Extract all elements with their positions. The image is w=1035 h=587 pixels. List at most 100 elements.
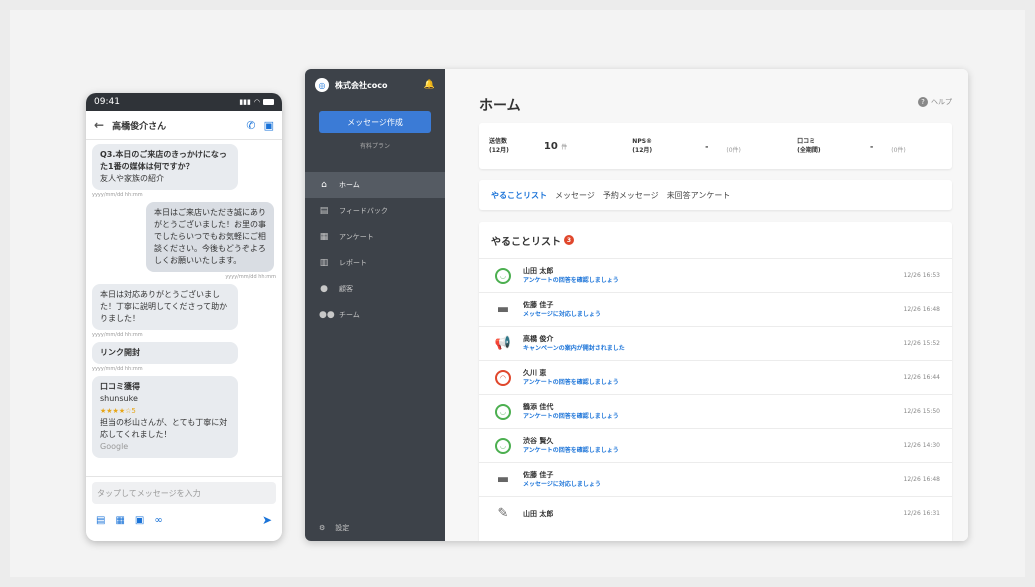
row-glyph: ✎ (497, 506, 509, 521)
nav-icon: ▤ (319, 206, 329, 216)
page-title: ホーム (479, 98, 521, 114)
review-user: shunsuke (100, 394, 138, 403)
row-timestamp: 12/26 16:48 (903, 306, 941, 313)
sidebar-item-4[interactable]: ● 顧客 (305, 276, 445, 302)
smile-face-icon: ◡ (493, 266, 513, 286)
tab-0[interactable]: やることリスト (491, 190, 547, 201)
stat-count-nps: (0件) (726, 146, 741, 154)
smile-face-icon: ◡ (493, 402, 513, 422)
sidebar-item-0[interactable]: ⌂ ホーム (305, 172, 445, 198)
web-app-window: ◎ 株式会社coco 🔔 メッセージ作成 有料プラン ⌂ ホーム ▤ フィードバック ▦… (305, 69, 968, 541)
review-bubble: 口コミ獲得 shunsuke ★★★★☆5 担当の杉山さんが、とても丁寧に対応し… (92, 376, 238, 458)
phone-mockup: 09:41 ▮▮▮ ◠ ← 高橋俊介さん ✆ ▣ Q3.本日のご来店のきっかけに… (86, 93, 282, 541)
stat-value-nps: - (705, 141, 709, 151)
sidebar-nav: ⌂ ホーム ▤ フィードバック ▦ アンケート ▥ レポート ● 顧客 ●● チーム (305, 172, 445, 328)
settings-item[interactable]: ⚙ 設定 (319, 523, 349, 533)
megaphone-icon: 📢 (493, 334, 513, 354)
stat-label-nps: NPS® (12月) (622, 137, 687, 155)
todo-title: やることリスト 3 (479, 222, 952, 258)
sidebar-item-5[interactable]: ●● チーム (305, 302, 445, 328)
todo-row[interactable]: ✎ 山田 太郎 12/26 16:31 (479, 496, 952, 530)
send-icon[interactable]: ➤ (262, 513, 272, 527)
todo-row[interactable]: 📢 高橋 俊介 キャンペーンの案内が開封されました 12/26 15:52 (479, 326, 952, 360)
company-name: 株式会社coco (335, 80, 388, 90)
row-name: 久川 恵 (523, 368, 547, 377)
stat-count-reviews: (0件) (891, 146, 906, 154)
todo-row[interactable]: ◡ 渋谷 賢久 アンケートの回答を確認しましょう 12/26 14:30 (479, 428, 952, 462)
help-link[interactable]: ? ヘルプ (918, 97, 952, 107)
row-message: アンケートの回答を確認しましょう (523, 276, 619, 284)
row-message: アンケートの回答を確認しましょう (523, 412, 619, 420)
sidebar-item-3[interactable]: ▥ レポート (305, 250, 445, 276)
document-icon[interactable]: ▣ (264, 119, 274, 132)
compose-message-button[interactable]: メッセージ作成 (319, 111, 431, 133)
nav-icon: ●● (319, 310, 335, 320)
message-bubble: 本日はご来店いただき誠にありがとうございました！お里の事でしたらいつでもお気軽に… (146, 202, 274, 272)
phone-call-icon[interactable]: ✆ (246, 119, 255, 132)
message-timestamp: yyyy/mm/dd hh:mm (225, 274, 276, 280)
todo-row[interactable]: ▬ 佐藤 佳子 メッセージに対応しましょう 12/26 16:48 (479, 462, 952, 496)
todo-list-card: やることリスト 3 ◡ 山田 太郎 アンケートの回答を確認しましょう 12/26 16… (479, 222, 952, 541)
tab-3[interactable]: 未回答アンケート (667, 190, 731, 201)
message-bubble: Q3.本日のご来店のきっかけになった1番の媒体は何ですか？ 友人や家族の紹介 (92, 144, 238, 190)
review-source: Google (100, 442, 129, 451)
clipboard-icon[interactable]: ▣ (135, 515, 144, 526)
chat-header: ← 高橋俊介さん ✆ ▣ (86, 111, 282, 140)
nav-icon: ▦ (319, 232, 329, 242)
tab-2[interactable]: 予約メッセージ (603, 190, 659, 201)
todo-row[interactable]: ◠ 久川 恵アンケートの回答を確認しましょう 12/26 16:44 (479, 360, 952, 394)
message-timestamp: yyyy/mm/dd hh:mm (92, 366, 143, 372)
face-glyph: ◡ (495, 267, 511, 284)
composer-tools: ▤ ▦ ▣ ∞ ➤ (86, 509, 282, 531)
template-icon[interactable]: ▤ (96, 515, 105, 526)
todo-title-text: やることリスト (491, 236, 561, 248)
todo-row[interactable]: ◡ 山田 太郎 アンケートの回答を確認しましょう 12/26 16:53 (479, 258, 952, 292)
status-icons: ▮▮▮ ◠ (239, 98, 274, 106)
row-timestamp: 12/26 16:31 (903, 510, 941, 517)
row-name: 渋谷 賢久 (523, 436, 554, 445)
plan-label: 有料プラン (359, 143, 390, 150)
row-name: 鶴添 佳代 (523, 402, 554, 411)
message-input[interactable]: タップしてメッセージを入力 (92, 482, 276, 504)
stats-card: 送信数 (12月) 10 件 NPS® (12月) - (0件) 口コミ (全期… (479, 123, 952, 169)
stat-label-line: (12月) (489, 147, 509, 154)
message-bubble: 本日は対応ありがとうございました！丁寧に説明してくださって助かりました！ (92, 284, 238, 330)
bell-icon[interactable]: 🔔 (424, 80, 435, 90)
todo-row[interactable]: ◡ 鶴添 佳代 アンケートの回答を確認しましょう 12/26 15:50 (479, 394, 952, 428)
sidebar-item-2[interactable]: ▦ アンケート (305, 224, 445, 250)
link-icon[interactable]: ∞ (154, 515, 162, 526)
face-glyph: ◠ (495, 369, 511, 386)
row-text: 山田 太郎 (523, 509, 553, 519)
help-label: ヘルプ (931, 98, 952, 106)
chat-body[interactable]: Q3.本日のご来店のきっかけになった1番の媒体は何ですか？ 友人や家族の紹介 y… (86, 140, 282, 477)
row-timestamp: 12/26 15:50 (903, 408, 941, 415)
row-timestamp: 12/26 16:44 (903, 374, 941, 381)
stat-label-line: (12月) (632, 147, 653, 154)
row-name: 高橋 俊介 (523, 334, 554, 343)
image-icon[interactable]: ▦ (115, 515, 124, 526)
stat-label-reviews: 口コミ (全期間) (787, 137, 852, 155)
message-title: Q3.本日のご来店のきっかけになった1番の媒体は何ですか？ (100, 150, 227, 171)
settings-label: 設定 (335, 524, 350, 532)
contact-name: 高橋俊介さん (112, 121, 167, 132)
sidebar-item-label: アンケート (339, 233, 374, 241)
help-icon: ? (918, 97, 928, 107)
row-name: 山田 太郎 (523, 266, 554, 275)
brand: ◎ 株式会社coco 🔔 (305, 69, 445, 101)
stat-label-line: 口コミ (797, 138, 816, 145)
sidebar: ◎ 株式会社coco 🔔 メッセージ作成 有料プラン ⌂ ホーム ▤ フィードバック ▦… (305, 69, 445, 541)
row-message: メッセージに対応しましょう (523, 480, 601, 488)
todo-row[interactable]: ▬ 佐藤 佳子 メッセージに対応しましょう 12/26 16:48 (479, 292, 952, 326)
back-arrow-icon[interactable]: ← (94, 118, 104, 132)
sidebar-item-label: フィードバック (339, 207, 388, 215)
row-text: 山田 太郎 アンケートの回答を確認しましょう (523, 266, 619, 286)
face-glyph: ◡ (495, 437, 511, 454)
row-text: 渋谷 賢久 アンケートの回答を確認しましょう (523, 436, 619, 456)
message-text: 本日はご来店いただき誠にありがとうございました！お里の事でしたらいつでもお気軽に… (154, 208, 266, 265)
row-text: 久川 恵アンケートの回答を確認しましょう (523, 368, 619, 388)
tab-1[interactable]: メッセージ (555, 190, 595, 201)
sidebar-item-1[interactable]: ▤ フィードバック (305, 198, 445, 224)
row-name: 佐藤 佳子 (523, 300, 554, 309)
nav-icon: ▥ (319, 258, 329, 268)
review-stars: ★★★★☆5 (100, 407, 136, 415)
